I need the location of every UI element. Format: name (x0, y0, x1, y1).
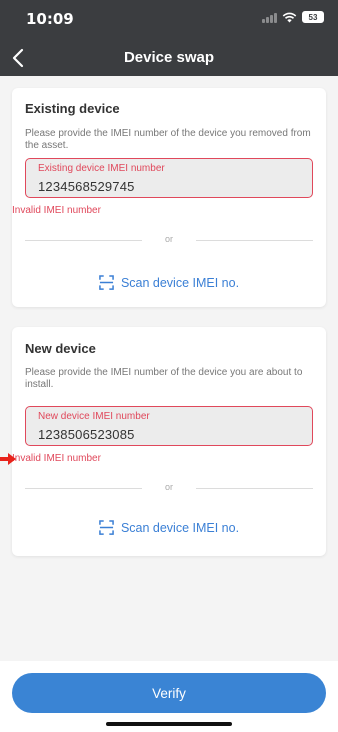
existing-device-title: Existing device (25, 101, 120, 116)
new-imei-value[interactable]: 1238506523085 (38, 427, 135, 442)
status-bar: 10:09 53 (0, 0, 338, 40)
status-icons: 53 (262, 11, 324, 23)
scan-icon (99, 275, 114, 290)
page-title: Device swap (123, 49, 215, 66)
verify-button[interactable]: Verify (12, 673, 326, 713)
existing-imei-label: Existing device IMEI number (38, 163, 165, 174)
existing-or-divider: or (25, 234, 313, 246)
new-or-divider: or (25, 482, 313, 494)
new-imei-label: New device IMEI number (38, 411, 150, 422)
new-scan-imei-button[interactable]: Scan device IMEI no. (12, 520, 326, 535)
new-device-title: New device (25, 341, 96, 356)
existing-imei-value[interactable]: 1234568529745 (38, 179, 135, 194)
annotation-arrow-icon (0, 453, 16, 465)
signal-icon (262, 12, 277, 23)
existing-scan-label: Scan device IMEI no. (120, 275, 240, 290)
status-time: 10:09 (26, 10, 74, 28)
wifi-icon (282, 12, 297, 22)
new-imei-error: Invalid IMEI number (12, 453, 101, 464)
new-imei-field[interactable]: New device IMEI number 1238506523085 (25, 406, 313, 446)
battery-icon: 53 (302, 11, 324, 23)
existing-scan-imei-button[interactable]: Scan device IMEI no. (12, 275, 326, 290)
nav-bar: Device swap (0, 40, 338, 76)
new-scan-label: Scan device IMEI no. (120, 520, 240, 535)
existing-or-text: or (164, 234, 173, 244)
existing-imei-error: Invalid IMEI number (12, 205, 101, 216)
scan-icon (99, 520, 114, 535)
existing-device-card: Existing device Please provide the IMEI … (12, 88, 326, 307)
existing-imei-field[interactable]: Existing device IMEI number 123456852974… (25, 158, 313, 198)
new-device-description: Please provide the IMEI number of the de… (25, 367, 303, 390)
new-device-card: New device Please provide the IMEI numbe… (12, 327, 326, 556)
new-or-text: or (164, 482, 173, 492)
existing-device-description: Please provide the IMEI number of the de… (25, 128, 311, 151)
bottom-action-bar: Verify (0, 661, 338, 732)
home-indicator (106, 722, 232, 726)
